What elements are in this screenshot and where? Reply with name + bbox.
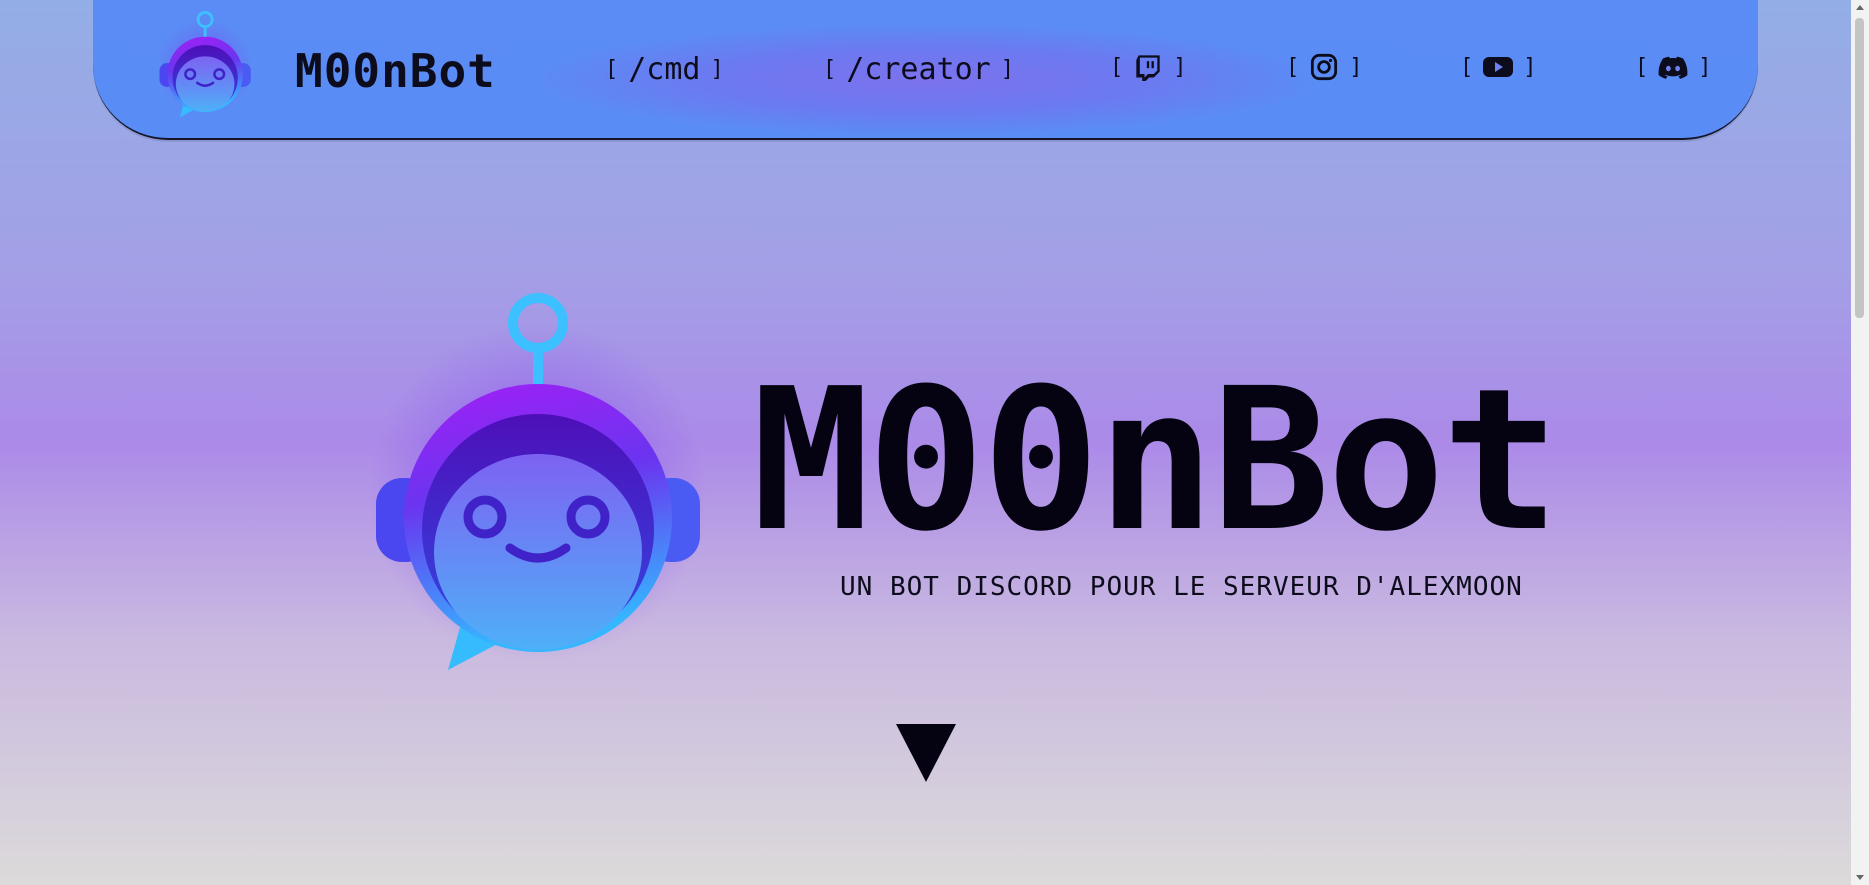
- scroll-thumb[interactable]: [1855, 18, 1864, 318]
- down-triangle-icon[interactable]: [896, 724, 956, 782]
- hero-title: M00nBot: [752, 347, 1560, 575]
- nav-link-youtube[interactable]: [ ]: [1460, 52, 1537, 82]
- scrollbar[interactable]: [1851, 0, 1869, 885]
- youtube-icon: [1483, 52, 1514, 82]
- hero-subtitle: UN BOT DISCORD POUR LE SERVEUR D'ALEXMOO…: [840, 572, 1523, 602]
- nav-brand[interactable]: M00nBot: [295, 44, 496, 98]
- nav-link-cmd[interactable]: [ /cmd ]: [605, 52, 724, 87]
- nav-link-creator-label: /creator: [846, 52, 991, 87]
- scroll-up-arrow-icon[interactable]: [1856, 5, 1864, 10]
- nav-link-twitch[interactable]: [ ]: [1110, 52, 1187, 82]
- nav-logo-icon[interactable]: [155, 10, 255, 120]
- page: M00nBot [ /cmd ] [ /creator ] [ ] [ ] [ …: [0, 0, 1851, 885]
- discord-icon: [1658, 52, 1688, 82]
- twitch-icon: [1133, 52, 1163, 82]
- bot-logo-icon: [360, 292, 715, 677]
- nav-link-discord[interactable]: [ ]: [1635, 52, 1712, 82]
- nav-link-cmd-label: /cmd: [628, 52, 701, 87]
- scroll-down-arrow-icon[interactable]: [1856, 875, 1864, 880]
- nav-link-creator[interactable]: [ /creator ]: [823, 52, 1014, 87]
- nav-link-instagram[interactable]: [ ]: [1286, 52, 1363, 82]
- instagram-icon: [1309, 52, 1339, 82]
